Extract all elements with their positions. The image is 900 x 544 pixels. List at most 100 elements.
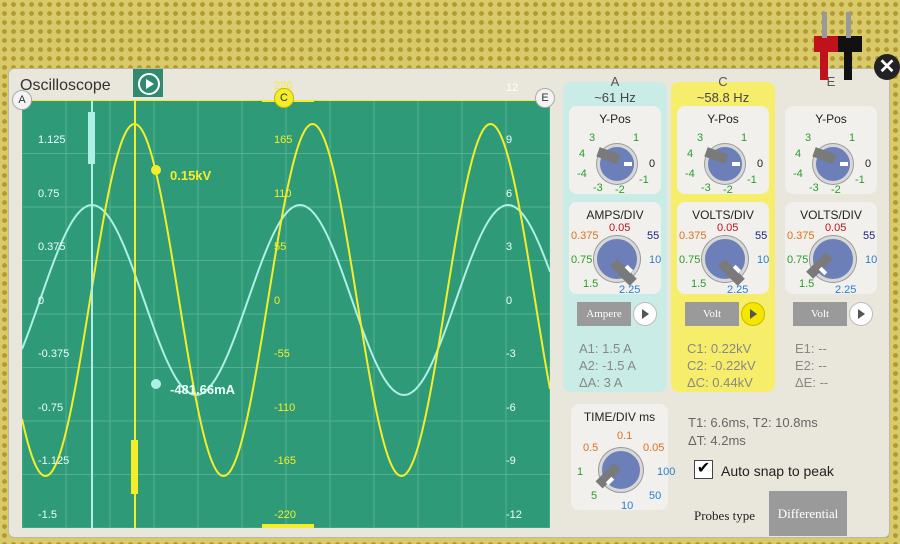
scale-label: -12 <box>506 508 522 521</box>
unit-button[interactable]: Volt <box>685 302 739 326</box>
ypos-scale: 0 <box>649 158 656 170</box>
right-top-label: 12 <box>506 82 519 94</box>
div-scale: 0.05 <box>609 222 631 234</box>
readout-delta: ΔE: -- <box>795 375 829 390</box>
ypos-knob[interactable] <box>704 144 745 184</box>
readout-delta: ΔC: 0.44kV <box>687 375 753 390</box>
scale-label: -1.125 <box>38 455 70 467</box>
scale-label: 0 <box>38 294 45 307</box>
scale-label: 55 <box>274 241 287 253</box>
scale-label: 110 <box>274 187 292 200</box>
ypos-scale: -3 <box>809 182 819 194</box>
ypos-scale: -1 <box>639 174 649 186</box>
scale-label: -9 <box>506 455 516 467</box>
time-scale-100: 100 <box>657 466 676 478</box>
ypos-scale: 0 <box>757 158 764 170</box>
scale-label: 165 <box>274 134 293 146</box>
time-readout: T1: 6.6ms, T2: 10.8ms <box>688 415 818 430</box>
ypos-scale: 4 <box>795 148 802 160</box>
div-scale: 55 <box>755 230 768 242</box>
run-play-button[interactable] <box>133 69 163 97</box>
div-card: VOLTS/DIV 0.375 0.05 55 0.75 10 1.5 2.25 <box>677 202 770 296</box>
div-scale: 0.05 <box>825 222 847 234</box>
div-label: VOLTS/DIV <box>800 208 862 222</box>
readout: A1: 1.5 A A2: -1.5 A ΔA: 3 A <box>579 340 636 391</box>
scale-label: -165 <box>274 455 297 467</box>
unit-arrow-icon[interactable] <box>741 302 765 326</box>
scale-label: 0 <box>274 294 281 307</box>
ypos-scale: -2 <box>723 184 733 196</box>
ypos-knob[interactable] <box>596 144 637 184</box>
channel-frequency: ~61 Hz <box>594 90 636 105</box>
ypos-scale: 3 <box>805 132 812 144</box>
ypos-scale: 1 <box>633 132 640 144</box>
unit-arrow-icon[interactable] <box>633 302 657 326</box>
readout-1: A1: 1.5 A <box>579 341 632 356</box>
div-scale: 0.75 <box>571 254 593 266</box>
scale-label: -0.75 <box>38 401 64 414</box>
scale-label: 6 <box>506 187 513 200</box>
scale-label: 9 <box>506 134 513 146</box>
channel-e-panel: E Y-Pos 3 1 4 -4 0 -3 -2 -1 VOLTS/DIV 0.… <box>779 74 883 392</box>
ypos-scale: -3 <box>593 182 603 194</box>
ypos-label: Y-Pos <box>707 112 739 126</box>
probes-type-label: Probes type <box>694 508 756 523</box>
ypos-scale: -4 <box>685 168 695 180</box>
div-scale: 0.375 <box>679 230 707 242</box>
channel-id: A <box>610 74 620 89</box>
div-scale: 1.5 <box>691 278 707 290</box>
readout-2: A2: -1.5 A <box>579 358 637 373</box>
time-scale-0.1: 0.1 <box>617 430 633 442</box>
ypos-scale: 1 <box>741 132 748 144</box>
channel-frequency: ~58.8 Hz <box>696 90 750 105</box>
ypos-knob[interactable] <box>812 144 853 184</box>
unit-arrow-icon[interactable] <box>849 302 873 326</box>
readout-1: C1: 0.22kV <box>687 341 752 356</box>
scale-label: -3 <box>506 348 516 360</box>
ypos-label: Y-Pos <box>815 112 847 126</box>
channel-c-panel: C ~58.8 Hz Y-Pos 3 1 4 -4 0 -3 -2 -1 VOL… <box>671 74 775 392</box>
div-scale: 10 <box>757 254 770 266</box>
readout-1: E1: -- <box>795 341 827 356</box>
autosnap-checkbox[interactable]: ✔ <box>694 460 713 479</box>
ypos-scale: 4 <box>687 148 694 160</box>
ypos-card: Y-Pos 3 1 4 -4 0 -3 -2 -1 <box>785 106 877 196</box>
scale-label: -55 <box>274 348 290 360</box>
probe-connector-icon[interactable] <box>808 6 868 82</box>
div-scale: 10 <box>865 254 878 266</box>
time-scale-10: 10 <box>621 500 634 512</box>
ypos-scale: 1 <box>849 132 856 144</box>
scale-label: 1.125 <box>38 134 66 146</box>
ypos-scale: 0 <box>865 158 872 170</box>
time-scale-1: 1 <box>577 466 584 478</box>
div-knob[interactable] <box>594 236 640 286</box>
channel-id: C <box>718 74 728 89</box>
readout: C1: 0.22kV C2: -0.22kV ΔC: 0.44kV <box>687 340 756 391</box>
ypos-label: Y-Pos <box>599 112 631 126</box>
readout-delta: ΔA: 3 A <box>579 375 623 390</box>
ypos-scale: -4 <box>793 168 803 180</box>
ypos-scale: -3 <box>701 182 711 194</box>
time-div-knob[interactable] <box>595 448 643 492</box>
div-label: AMPS/DIV <box>586 208 644 222</box>
scale-label: -220 <box>274 508 297 521</box>
unit-button[interactable]: Ampere <box>577 302 631 326</box>
div-label: VOLTS/DIV <box>692 208 754 222</box>
scale-label: 3 <box>506 241 513 253</box>
ypos-scale: -1 <box>855 174 865 186</box>
scale-labels: 1.125 0.75 0.375 0 -0.375 -0.75 -1.125 -1.5 165 1… <box>22 80 550 528</box>
channel-c-badge: C <box>274 88 294 108</box>
div-scale: 1.5 <box>583 278 599 290</box>
marker-a-label: -481.66mA <box>170 382 236 397</box>
channel-e-badge: E <box>535 88 555 108</box>
check-icon: ✔ <box>696 460 711 477</box>
window-title: Oscilloscope <box>20 77 111 94</box>
ypos-card: Y-Pos 3 1 4 -4 0 -3 -2 -1 <box>569 106 661 196</box>
div-card: AMPS/DIV 0.375 0.05 55 0.75 10 1.5 2.25 <box>569 202 661 296</box>
unit-button[interactable]: Volt <box>793 302 847 326</box>
div-scale: 0.05 <box>717 222 739 234</box>
div-knob[interactable] <box>806 236 856 282</box>
channel-a-panel: A ~61 Hz Y-Pos 3 1 4 -4 0 -3 -2 -1 AMPS/… <box>563 74 667 392</box>
div-knob[interactable] <box>702 236 748 286</box>
differential-button[interactable]: Differential <box>769 491 847 536</box>
